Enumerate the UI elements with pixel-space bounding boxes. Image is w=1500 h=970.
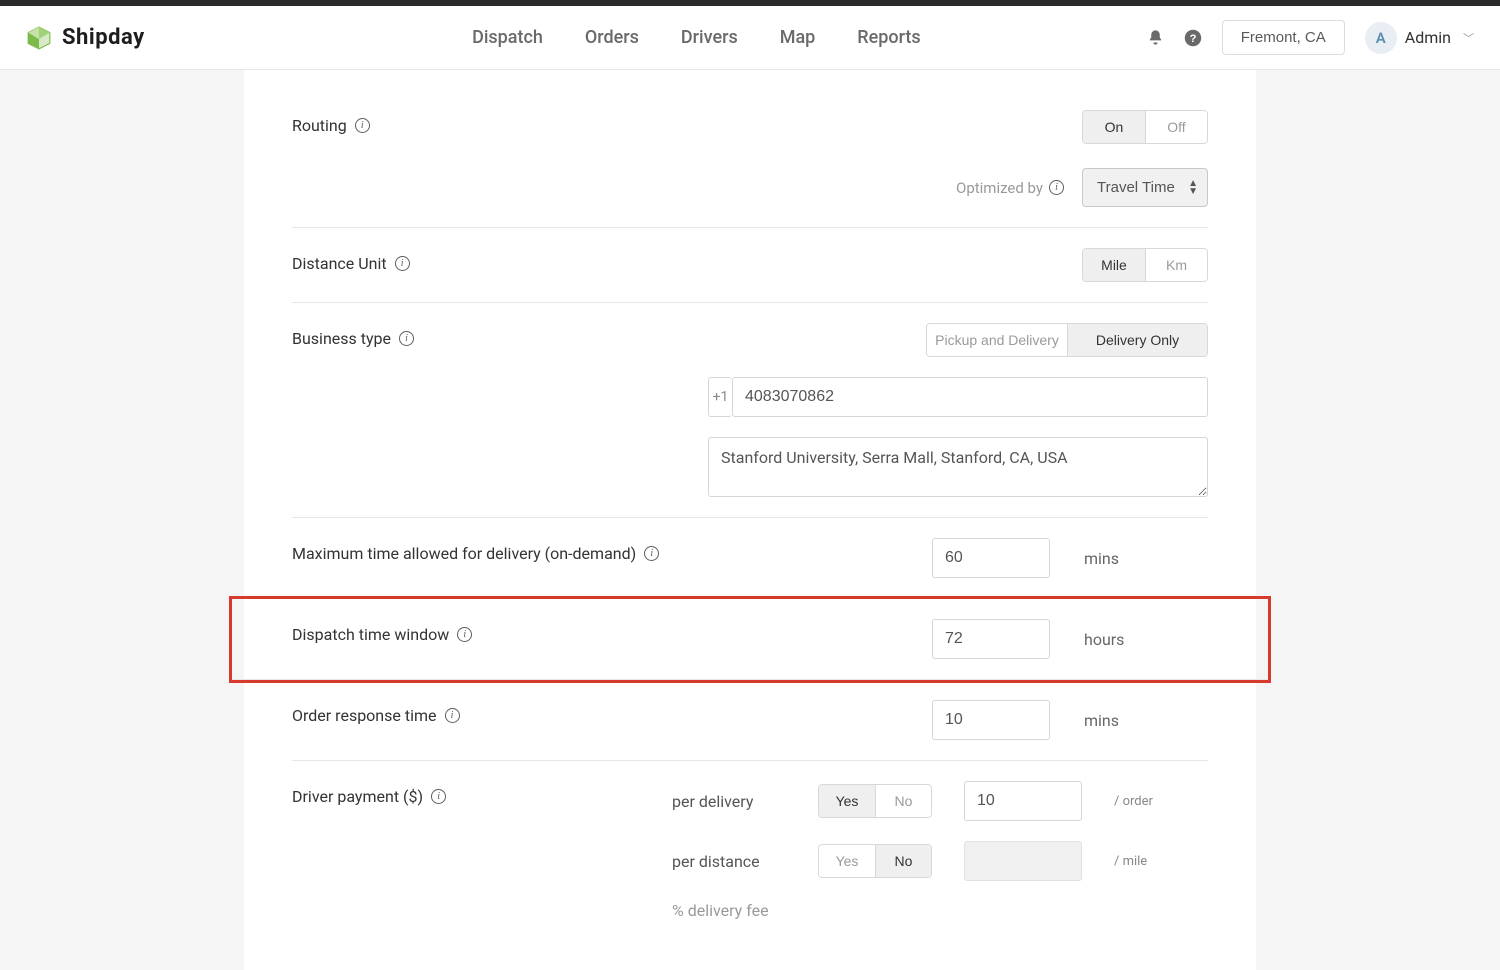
per-distance-toggle: Yes No bbox=[818, 844, 932, 878]
per-distance-no-button[interactable]: No bbox=[875, 845, 931, 877]
per-delivery-toggle: Yes No bbox=[818, 784, 932, 818]
max-delivery-unit: mins bbox=[1084, 549, 1119, 568]
per-delivery-no-button[interactable]: No bbox=[875, 785, 931, 817]
per-distance-input bbox=[964, 841, 1082, 881]
section-distance-unit: Distance Unit i Mile Km bbox=[292, 228, 1208, 303]
routing-label: Routing i bbox=[292, 110, 672, 135]
section-max-delivery: Maximum time allowed for delivery (on-de… bbox=[292, 518, 1208, 599]
avatar: A bbox=[1365, 22, 1397, 54]
per-delivery-row: per delivery Yes No / order bbox=[672, 781, 1208, 821]
distance-unit-label: Distance Unit i bbox=[292, 248, 672, 273]
business-type-label-text: Business type bbox=[292, 329, 391, 348]
info-icon[interactable]: i bbox=[395, 256, 410, 271]
max-delivery-input[interactable] bbox=[932, 538, 1050, 578]
per-distance-label: per distance bbox=[672, 852, 818, 871]
driver-payment-label: Driver payment ($) i bbox=[292, 781, 672, 806]
phone-input[interactable] bbox=[732, 377, 1208, 417]
per-delivery-yes-button[interactable]: Yes bbox=[819, 785, 875, 817]
chevron-down-icon: ﹀ bbox=[1463, 30, 1474, 46]
routing-label-text: Routing bbox=[292, 116, 347, 135]
max-delivery-label-text: Maximum time allowed for delivery (on-de… bbox=[292, 544, 636, 563]
nav-drivers[interactable]: Drivers bbox=[681, 27, 738, 48]
info-icon[interactable]: i bbox=[431, 789, 446, 804]
section-order-response: Order response time i mins bbox=[292, 680, 1208, 761]
order-response-label: Order response time i bbox=[292, 700, 932, 725]
optimized-by-row: Optimized by i Travel Time ▲▼ bbox=[956, 168, 1208, 207]
address-input[interactable] bbox=[708, 437, 1208, 497]
routing-toggle: On Off bbox=[1082, 110, 1208, 144]
optimized-by-label: Optimized by bbox=[956, 179, 1043, 197]
info-icon[interactable]: i bbox=[399, 331, 414, 346]
order-response-unit: mins bbox=[1084, 711, 1119, 730]
help-icon[interactable]: ? bbox=[1184, 29, 1202, 47]
nav-map[interactable]: Map bbox=[780, 27, 816, 48]
phone-row: +1 bbox=[708, 377, 1208, 417]
business-type-toggle: Pickup and Delivery Delivery Only bbox=[926, 323, 1208, 357]
country-code: +1 bbox=[708, 377, 732, 417]
info-icon[interactable]: i bbox=[457, 627, 472, 642]
brand-name: Shipday bbox=[62, 25, 145, 50]
settings-panel: Routing i On Off Optimized by i Travel T… bbox=[244, 70, 1256, 970]
distance-mile-button[interactable]: Mile bbox=[1083, 249, 1145, 281]
nav-reports[interactable]: Reports bbox=[857, 27, 920, 48]
main-nav: Dispatch Orders Drivers Map Reports bbox=[246, 27, 1147, 48]
distance-unit-toggle: Mile Km bbox=[1082, 248, 1208, 282]
section-business-type: Business type i Pickup and Delivery Deli… bbox=[292, 303, 1208, 518]
info-icon[interactable]: i bbox=[644, 546, 659, 561]
svg-text:?: ? bbox=[1189, 32, 1196, 44]
business-delivery-button[interactable]: Delivery Only bbox=[1067, 324, 1207, 356]
nav-dispatch[interactable]: Dispatch bbox=[472, 27, 543, 48]
routing-on-button[interactable]: On bbox=[1083, 111, 1145, 143]
brand: Shipday bbox=[26, 25, 246, 51]
max-delivery-label: Maximum time allowed for delivery (on-de… bbox=[292, 538, 932, 563]
optimized-by-select[interactable]: Travel Time bbox=[1082, 168, 1208, 207]
shipday-logo-icon bbox=[26, 25, 52, 51]
section-routing: Routing i On Off Optimized by i Travel T… bbox=[292, 90, 1208, 228]
dispatch-window-input[interactable] bbox=[932, 619, 1050, 659]
distance-unit-label-text: Distance Unit bbox=[292, 254, 387, 273]
order-response-input[interactable] bbox=[932, 700, 1050, 740]
order-response-label-text: Order response time bbox=[292, 706, 437, 725]
distance-km-button[interactable]: Km bbox=[1145, 249, 1207, 281]
user-role: Admin bbox=[1405, 28, 1451, 47]
section-driver-payment: Driver payment ($) i per delivery Yes No… bbox=[292, 761, 1208, 920]
pct-delivery-fee-row: % delivery fee bbox=[672, 901, 1208, 920]
routing-off-button[interactable]: Off bbox=[1145, 111, 1207, 143]
user-menu[interactable]: A Admin ﹀ bbox=[1365, 22, 1474, 54]
header-right: ? Fremont, CA A Admin ﹀ bbox=[1147, 20, 1474, 55]
info-icon[interactable]: i bbox=[355, 118, 370, 133]
section-dispatch-window: Dispatch time window i hours bbox=[232, 599, 1268, 680]
business-pickup-button[interactable]: Pickup and Delivery bbox=[927, 324, 1067, 356]
nav-orders[interactable]: Orders bbox=[585, 27, 639, 48]
per-distance-unit: / mile bbox=[1114, 854, 1147, 869]
info-icon[interactable]: i bbox=[1049, 180, 1064, 195]
pct-delivery-fee-label: % delivery fee bbox=[672, 901, 818, 920]
dispatch-window-label: Dispatch time window i bbox=[292, 619, 932, 644]
dispatch-window-unit: hours bbox=[1084, 630, 1124, 649]
per-delivery-unit: / order bbox=[1114, 794, 1153, 809]
app-header: Shipday Dispatch Orders Drivers Map Repo… bbox=[0, 6, 1500, 70]
per-delivery-input[interactable] bbox=[964, 781, 1082, 821]
per-delivery-label: per delivery bbox=[672, 792, 818, 811]
driver-payment-label-text: Driver payment ($) bbox=[292, 787, 423, 806]
per-distance-yes-button[interactable]: Yes bbox=[819, 845, 875, 877]
per-distance-row: per distance Yes No / mile bbox=[672, 841, 1208, 881]
location-button[interactable]: Fremont, CA bbox=[1222, 20, 1345, 55]
notifications-icon[interactable] bbox=[1147, 29, 1164, 46]
info-icon[interactable]: i bbox=[445, 708, 460, 723]
dispatch-window-label-text: Dispatch time window bbox=[292, 625, 449, 644]
business-type-label: Business type i bbox=[292, 323, 672, 348]
